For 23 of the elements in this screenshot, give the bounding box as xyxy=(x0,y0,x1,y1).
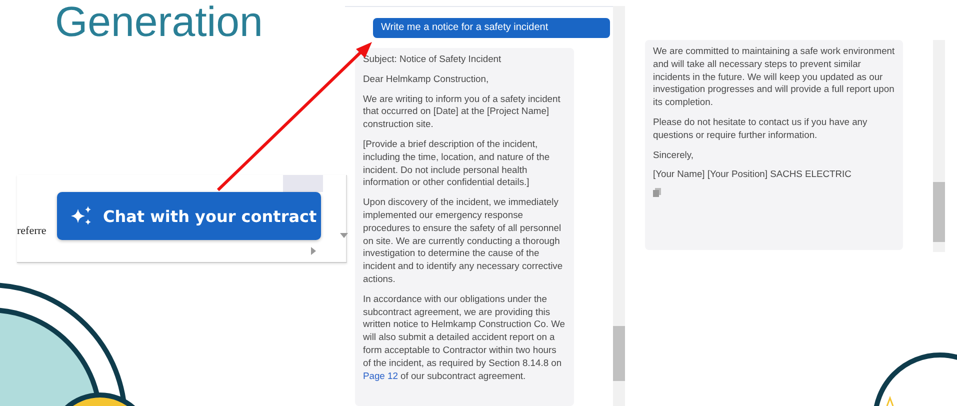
scroll-down-icon[interactable] xyxy=(340,233,348,238)
reply-paragraph: [Your Name] [Your Position] SACHS ELECTRIC xyxy=(653,168,852,182)
scrollbar-thumb[interactable] xyxy=(933,182,945,242)
reply-paragraph: Sincerely, xyxy=(653,148,694,162)
reply-paragraph: We are writing to inform you of a safety incident that occurred on [Date] at the [Project Name] construction site. xyxy=(363,92,562,131)
reply-paragraph: Please do not hesitate to contact us if you have any questions or require further information. xyxy=(653,116,868,142)
user-message: Write me a notice for a safety incident xyxy=(373,18,610,38)
reply-paragraph: Upon discovery of the incident, we immediately implemented our emergency response procedures to ensure the safety of all personnel on site. We are currently conducting a thorough investigation to determine the cause of the incident and to identify any necessary corrective actions. xyxy=(363,196,564,286)
page-link[interactable]: Page 12 xyxy=(363,370,398,381)
slide-title: Generation xyxy=(55,0,263,46)
reply-paragraph: In accordance with our obligations under the subcontract agreement, we are providing this written notice to Helmkamp Construction Co. We will also submit a detailed accident report on a form acceptable to Contractor within two hours of the incident, as required by Section 8.14.8 on Page 12 of our subcontract agreement. xyxy=(363,292,566,382)
reply-paragraph: We are committed to maintaining a safe work environment and will take all necessary steps to prevent similar incidents in the future. We will keep you updated as our investigation progresses and will provide a full report upon its completion. xyxy=(653,45,895,109)
copy-icon[interactable] xyxy=(653,188,661,198)
document-text: referre xyxy=(17,225,46,237)
scrollbar-track xyxy=(283,175,323,192)
reply-paragraph: [Provide a brief description of the incident, including the time, location, and nature of the incident. Do not include personal health information or other confidential details.] xyxy=(363,138,551,190)
reply-paragraph: Dear Helmkamp Construction, xyxy=(363,72,490,86)
scrollbar[interactable] xyxy=(613,6,625,406)
chat-with-contract-button[interactable]: Chat with your contract xyxy=(57,192,321,240)
scrollbar[interactable] xyxy=(933,40,945,252)
reply-paragraph: Subject: Notice of Safety Incident xyxy=(363,53,502,66)
scroll-right-icon[interactable] xyxy=(311,247,316,255)
scrollbar-thumb[interactable] xyxy=(613,326,625,381)
